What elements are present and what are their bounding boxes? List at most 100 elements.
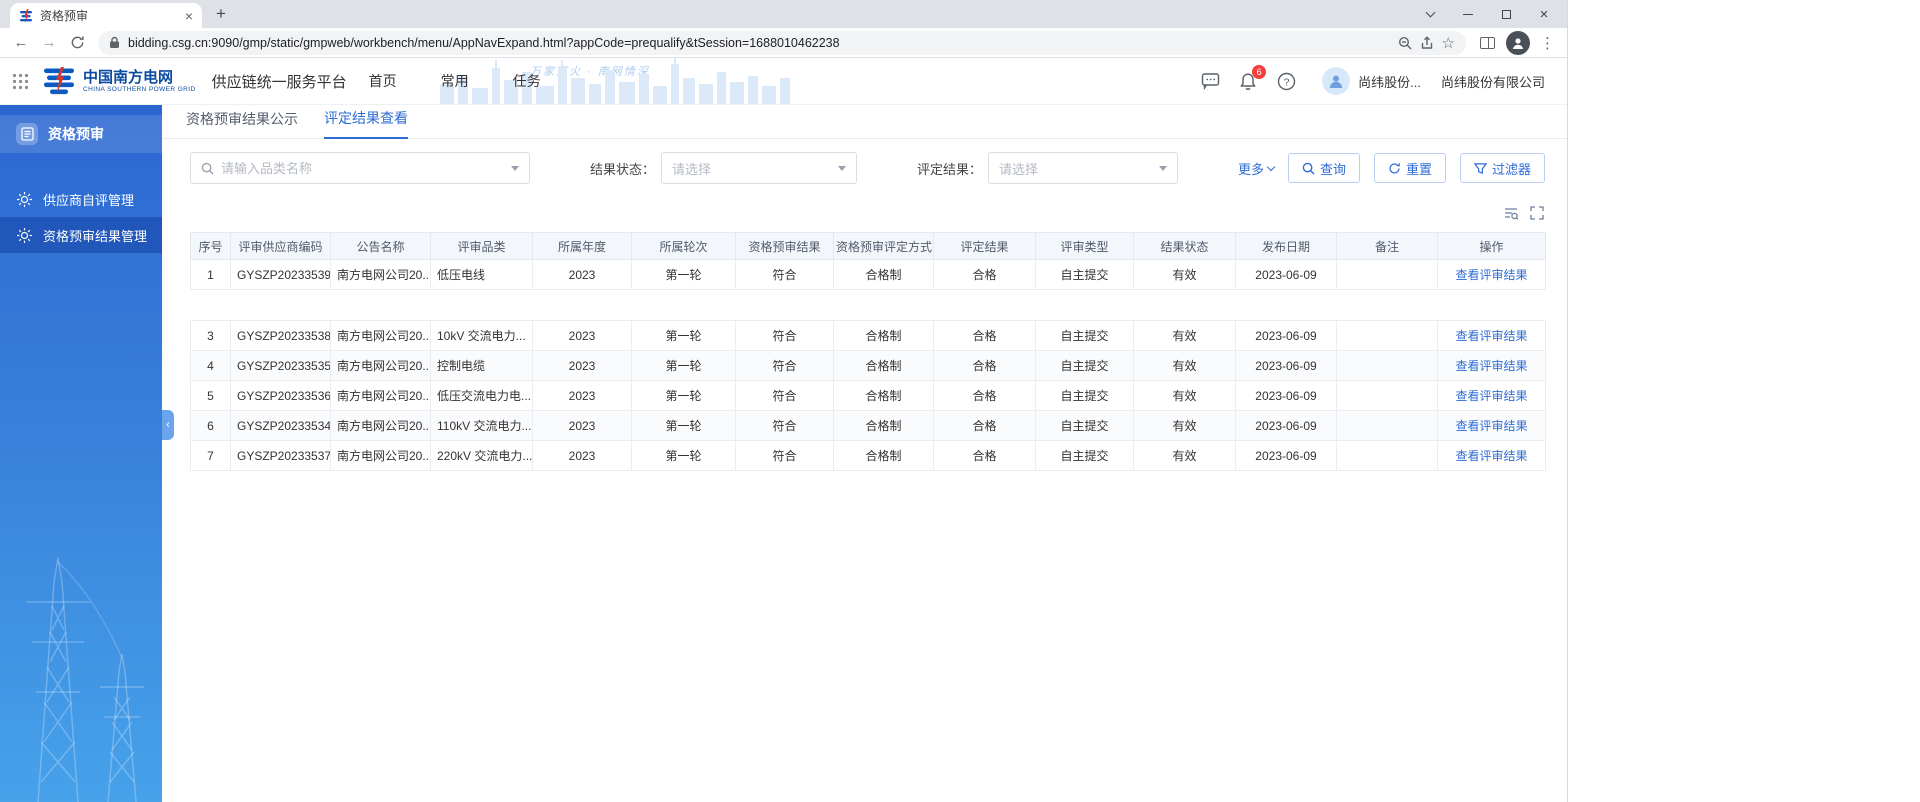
cell-year: 2023 [532,350,632,381]
eval-result-select[interactable]: 请选择 [987,152,1178,184]
col-header-12: 备注 [1336,232,1438,260]
chevron-down-icon [1266,162,1276,171]
cell-publish-date: 2023-06-09 [1235,259,1337,290]
filter-button[interactable]: 过滤器 [1459,153,1545,183]
col-header-6: 资格预审结果 [735,232,834,260]
app-grid-icon[interactable] [12,73,29,90]
col-header-1: 评审供应商编码 [230,232,331,260]
col-header-4: 所属年度 [532,232,632,260]
maximize-button[interactable] [1487,0,1525,28]
table-row: 6 GYSZP20233534 南方电网公司20... 110kV 交流电力... 20… [190,410,1546,441]
cell-year: 2023 [532,320,632,351]
supplier-gear-icon [17,191,32,207]
user-avatar[interactable] [1322,67,1351,95]
cell-no: 7 [190,440,231,471]
filter-actions: 更多 查询 重置 过滤器 [1238,153,1545,183]
cell-remark [1336,350,1438,381]
cell-method: 合格制 [833,259,934,290]
cell-eval-result: 合格 [933,259,1036,290]
browser-tab[interactable]: 资格预审 × [10,3,202,28]
query-button[interactable]: 查询 [1287,153,1360,183]
cell-action: 查看评审结果 [1437,440,1546,471]
sidebar-item-supplier-self-eval[interactable]: 供应商自评管理 [0,181,162,217]
tab-close-icon[interactable]: × [185,9,193,23]
cell-review-type: 自主提交 [1035,440,1134,471]
tab-search-icon[interactable] [1411,0,1449,28]
share-icon[interactable] [1420,35,1434,50]
sidebar-item-label: 供应商自评管理 [43,192,135,208]
view-review-result-link[interactable]: 查看评审结果 [1455,449,1527,463]
cell-supplier-code: GYSZP20233537 [230,440,331,471]
url-text[interactable]: bidding.csg.cn:9090/gmp/static/gmpweb/wo… [128,36,1390,50]
view-review-result-link[interactable]: 查看评审结果 [1455,268,1527,282]
category-search-combobox[interactable] [190,152,530,184]
cell-eval-result: 合格 [933,410,1036,441]
cell-status: 有效 [1133,380,1236,411]
lock-icon [110,36,119,48]
browser-profile-avatar[interactable] [1506,30,1530,55]
table-row: 3 GYSZP20233538 南方电网公司20... 10kV 交流电力... 202… [190,320,1546,351]
refresh-icon[interactable] [64,30,90,56]
close-button[interactable]: × [1525,0,1563,28]
cell-round: 第一轮 [631,259,736,290]
col-header-10: 结果状态 [1133,232,1236,260]
chevron-down-icon [837,165,846,171]
table-row: 1 GYSZP20233539 南方电网公司20... 低压电线 2023 第一轮 符合 合格… [190,259,1546,290]
back-icon[interactable]: ← [8,30,34,56]
brand-name-cn: 中国南方电网 [83,68,174,86]
user-name[interactable]: 尚纬股份... [1358,72,1421,91]
browser-menu-icon[interactable]: ⋮ [1540,34,1555,52]
new-tab-button[interactable]: + [208,1,234,27]
favicon [20,8,32,23]
category-search-input[interactable] [221,160,504,176]
nav-item-common[interactable]: 常用 [441,71,469,91]
results-table-body: 1 GYSZP20233539 南方电网公司20... 低压电线 2023 第一轮 符合 合格… [190,259,1546,471]
view-review-result-link[interactable]: 查看评审结果 [1455,359,1527,373]
cell-method: 合格制 [833,350,934,381]
cell-action: 查看评审结果 [1437,410,1546,441]
view-review-result-link[interactable]: 查看评审结果 [1455,389,1527,403]
zoom-icon[interactable] [1398,36,1412,50]
view-review-result-link[interactable]: 查看评审结果 [1455,329,1527,343]
result-status-group: 结果状态： 请选择 [590,152,857,184]
cell-action: 查看评审结果 [1437,350,1546,381]
col-header-8: 评定结果 [933,232,1036,260]
search-icon [1302,162,1315,175]
bookmark-star-icon[interactable]: ☆ [1442,34,1455,52]
cell-publish-date: 2023-06-09 [1235,320,1337,351]
nav-item-home[interactable]: 首页 [369,71,397,91]
more-link[interactable]: 更多 [1238,159,1276,178]
sidebar-item-prequal-result-mgmt[interactable]: 资格预审结果管理 [0,217,162,253]
sidebar-item-prequalification[interactable]: 资格预审 [0,115,162,153]
eval-result-group: 评定结果： 请选择 [917,152,1178,184]
company-name[interactable]: 尚纬股份有限公司 [1441,72,1545,91]
nav-item-tasks[interactable]: 任务 [513,71,541,91]
fullscreen-icon[interactable] [1529,205,1545,221]
tab-eval-result-view[interactable]: 评定结果查看 [324,108,408,139]
message-icon[interactable] [1200,71,1220,91]
minimize-button[interactable] [1449,0,1487,28]
cell-status: 有效 [1133,350,1236,381]
cell-action: 查看评审结果 [1437,320,1546,351]
browser-window: 资格预审 × + × ← → bidding.csg.cn:9090/gmp/s… [0,0,1568,802]
brand-name-en: CHINA SOUTHERN POWER GRID [83,86,196,94]
cell-no: 3 [190,320,231,351]
result-status-select[interactable]: 请选择 [660,152,857,184]
tab-prequal-result-public[interactable]: 资格预审结果公示 [186,109,298,138]
help-icon[interactable]: ? [1276,71,1296,91]
side-panel-icon[interactable] [1474,30,1500,56]
address-bar[interactable]: bidding.csg.cn:9090/gmp/static/gmpweb/wo… [98,30,1466,55]
table-settings-icon[interactable] [1503,205,1519,221]
cell-remark [1336,259,1438,290]
col-header-5: 所属轮次 [631,232,736,260]
forward-icon[interactable]: → [36,30,62,56]
cell-remark [1336,380,1438,411]
sidebar-collapse-handle[interactable]: ‹ [162,410,174,440]
csg-emblem-icon [44,67,74,95]
reset-button[interactable]: 重置 [1373,153,1446,183]
cell-publish-date: 2023-06-09 [1235,410,1337,441]
view-review-result-link[interactable]: 查看评审结果 [1455,419,1527,433]
notification-bell-icon[interactable]: 6 [1238,65,1267,91]
cell-review-type: 自主提交 [1035,259,1134,290]
browser-toolbar: ← → bidding.csg.cn:9090/gmp/static/gmpwe… [0,28,1567,58]
